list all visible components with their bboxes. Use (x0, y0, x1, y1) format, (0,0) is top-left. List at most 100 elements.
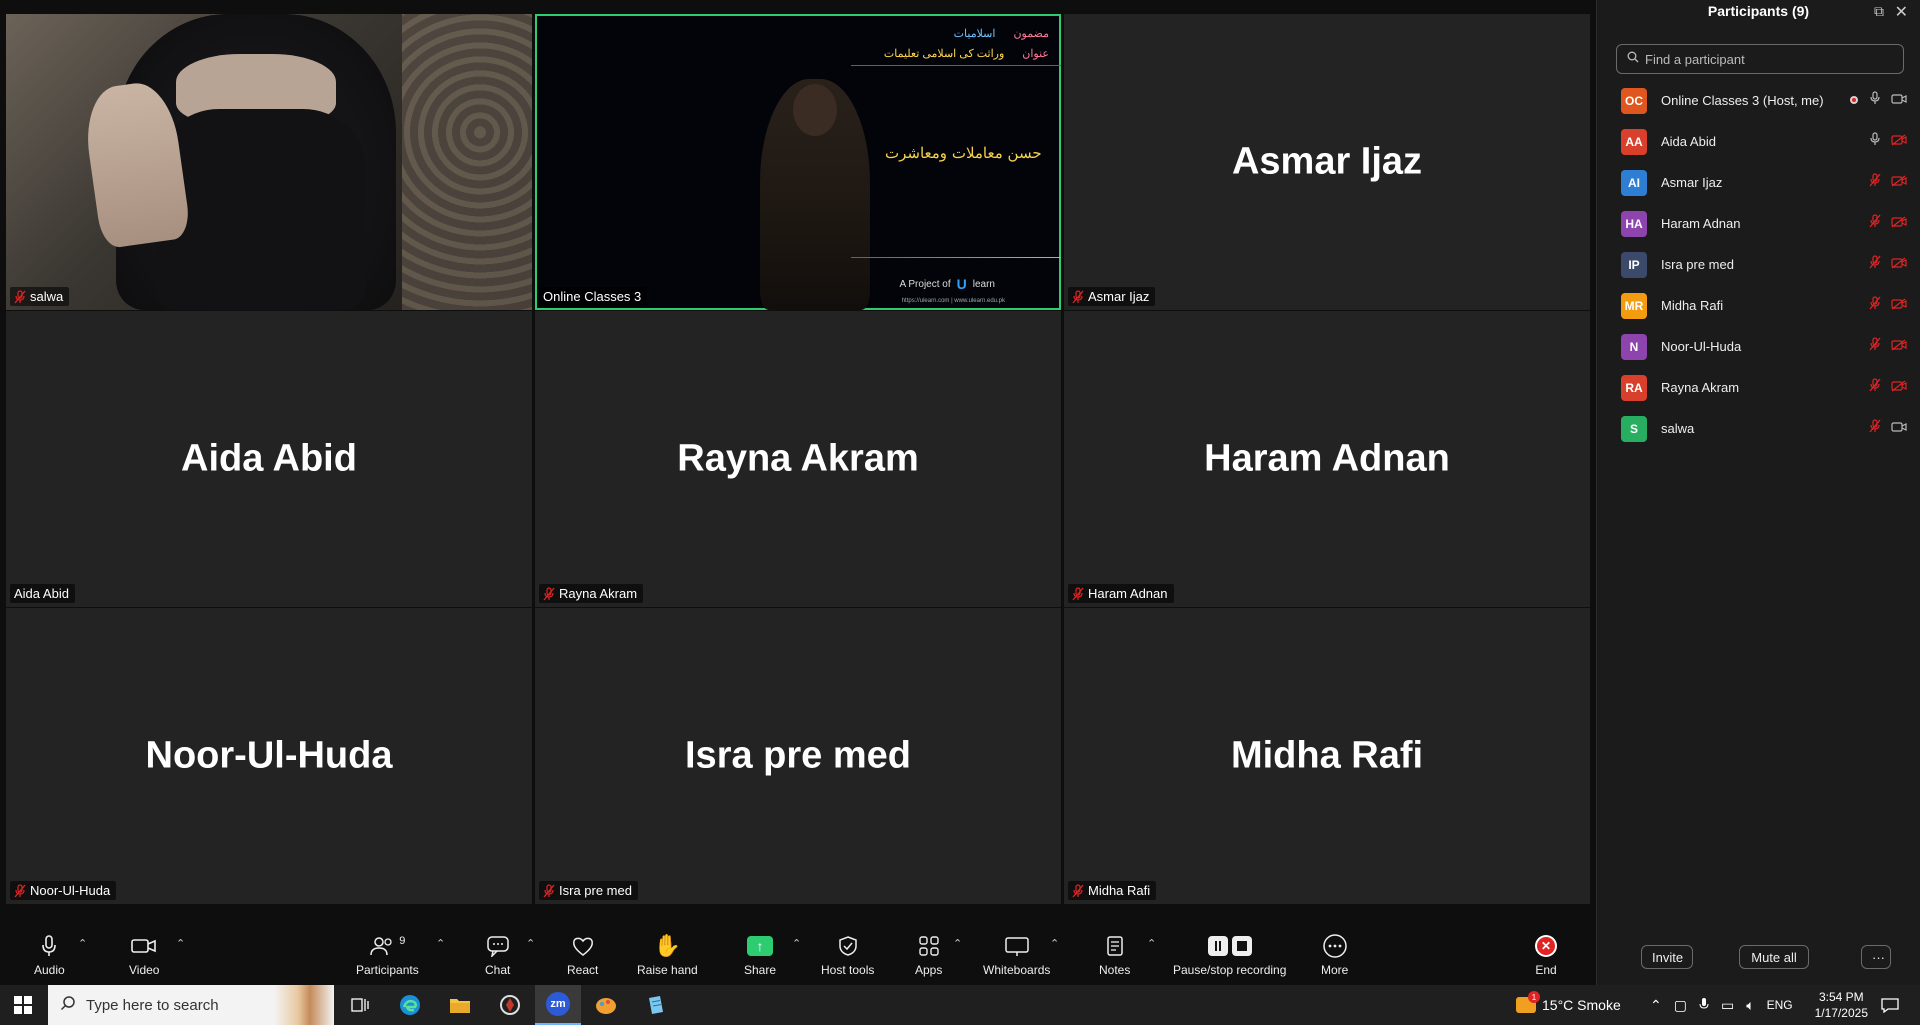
mic-icon[interactable] (1869, 132, 1881, 151)
mic-muted-icon[interactable] (1869, 337, 1881, 356)
notes-button[interactable]: Notes (1099, 933, 1130, 977)
camera-off-icon[interactable] (1891, 379, 1907, 397)
share-options-caret[interactable]: ⌃ (792, 937, 801, 950)
panel-more-button[interactable]: ··· (1861, 945, 1891, 969)
mic-muted-icon[interactable] (1869, 296, 1881, 315)
audio-options-caret[interactable]: ⌃ (78, 937, 87, 950)
participant-row[interactable]: IP Isra pre med (1597, 244, 1920, 285)
language-indicator[interactable]: ENG (1767, 998, 1793, 1012)
audio-button[interactable]: Audio (34, 933, 65, 977)
mic-muted-icon[interactable] (1869, 214, 1881, 233)
mic-muted-icon[interactable] (1869, 419, 1881, 438)
notepad-icon[interactable] (636, 985, 676, 1025)
participant-row[interactable]: AA Aida Abid (1597, 121, 1920, 162)
react-button[interactable]: React (567, 933, 598, 977)
chevron-up-icon[interactable]: ⌃ (1650, 997, 1662, 1014)
apps-options-caret[interactable]: ⌃ (953, 937, 962, 950)
recording-button[interactable]: Pause/stop recording (1173, 933, 1286, 977)
taskbar-search[interactable] (48, 985, 334, 1025)
camera-off-icon[interactable] (1891, 215, 1907, 233)
participants-button[interactable]: 9 Participants (356, 933, 419, 977)
name-tag: Isra pre med (539, 881, 638, 900)
network-icon[interactable]: ▭ (1721, 997, 1734, 1014)
zoom-app-icon[interactable]: zm (535, 985, 581, 1025)
invite-button[interactable]: Invite (1641, 945, 1693, 969)
slide-header: مضمون اسلامیات عنوان وراثت کی اسلامی تعلیم… (851, 14, 1061, 66)
task-view-icon[interactable] (340, 985, 380, 1025)
edge-icon[interactable] (390, 985, 430, 1025)
participant-row[interactable]: HA Haram Adnan (1597, 203, 1920, 244)
whiteboards-label: Whiteboards (983, 963, 1051, 977)
camera-off-icon[interactable] (1891, 174, 1907, 192)
chat-icon (486, 933, 510, 959)
participants-options-caret[interactable]: ⌃ (436, 937, 445, 950)
weather-text: 15°C Smoke (1542, 997, 1621, 1013)
video-tile-salwa[interactable]: salwa (6, 14, 532, 310)
more-button[interactable]: More (1321, 933, 1348, 977)
chat-options-caret[interactable]: ⌃ (526, 937, 535, 950)
participant-row[interactable]: AI Asmar Ijaz (1597, 162, 1920, 203)
participant-row[interactable]: N Noor-Ul-Huda (1597, 326, 1920, 367)
taskbar-search-input[interactable] (86, 996, 246, 1014)
avatar: MR (1621, 292, 1647, 319)
video-tile-aida-abid[interactable]: Aida Abid Aida Abid (6, 311, 532, 607)
video-tile-midha-rafi[interactable]: Midha Rafi Midha Rafi (1064, 608, 1590, 904)
end-icon: ✕ (1535, 933, 1557, 959)
video-button[interactable]: Video (129, 933, 159, 977)
apps-button[interactable]: Apps (915, 933, 942, 977)
participant-row[interactable]: MR Midha Rafi (1597, 285, 1920, 326)
zoom-meeting-window: salwa مضمون اسلامیات عنوان وراثت کی اسلامی… (0, 0, 1920, 1025)
camera-icon[interactable] (1891, 92, 1907, 110)
whiteboards-options-caret[interactable]: ⌃ (1050, 937, 1059, 950)
windows-start-icon[interactable] (0, 985, 46, 1025)
video-tile-rayna-akram[interactable]: Rayna Akram Rayna Akram (535, 311, 1061, 607)
host-tools-button[interactable]: Host tools (821, 933, 874, 977)
mic-muted-icon (1072, 883, 1084, 898)
participant-row[interactable]: S salwa (1597, 408, 1920, 449)
video-tile-asmar-ijaz[interactable]: Asmar Ijaz Asmar Ijaz (1064, 14, 1590, 310)
camera-off-icon[interactable] (1891, 256, 1907, 274)
meet-now-icon[interactable]: ▢ (1674, 997, 1687, 1014)
divider (851, 257, 1061, 258)
video-tile-isra-pre-med[interactable]: Isra pre med Isra pre med (535, 608, 1061, 904)
mic-muted-icon[interactable] (1869, 173, 1881, 192)
camera-off-icon[interactable] (1891, 338, 1907, 356)
camera-off-icon[interactable] (1891, 297, 1907, 315)
mic-muted-icon[interactable] (1869, 378, 1881, 397)
video-options-caret[interactable]: ⌃ (176, 937, 185, 950)
name-tag: Rayna Akram (539, 584, 644, 603)
participant-row[interactable]: OC Online Classes 3 (Host, me) (1597, 80, 1920, 121)
popout-icon[interactable]: ⧉ (1874, 3, 1884, 20)
mic-muted-icon (1072, 586, 1084, 601)
end-button[interactable]: ✕ End (1535, 933, 1557, 977)
video-tile-online-classes-3[interactable]: مضمون اسلامیات عنوان وراثت کی اسلامی تعلیم… (535, 14, 1061, 310)
file-explorer-icon[interactable] (440, 985, 480, 1025)
mic-icon[interactable] (1699, 997, 1709, 1014)
mic-muted-icon[interactable] (1869, 255, 1881, 274)
mic-icon[interactable] (1869, 91, 1881, 110)
weather-widget[interactable]: 1 15°C Smoke (1516, 985, 1621, 1025)
search-input[interactable] (1645, 51, 1895, 67)
camera-off-icon[interactable] (1891, 133, 1907, 151)
paint-icon[interactable] (586, 985, 626, 1025)
notifications-icon[interactable] (1870, 985, 1910, 1025)
avatar: IP (1621, 251, 1647, 278)
participant-list: OC Online Classes 3 (Host, me) AA Aida A… (1597, 80, 1920, 449)
notes-options-caret[interactable]: ⌃ (1147, 937, 1156, 950)
camera-icon[interactable] (1891, 420, 1907, 438)
raise-hand-button[interactable]: ✋ Raise hand (637, 933, 698, 978)
clock[interactable]: 3:54 PM 1/17/2025 (1815, 989, 1868, 1021)
participant-row[interactable]: RA Rayna Akram (1597, 367, 1920, 408)
whiteboards-button[interactable]: Whiteboards (983, 933, 1050, 977)
share-button[interactable]: ↑ Share (744, 933, 776, 977)
mic-icon (40, 933, 58, 959)
video-tile-noor-ul-huda[interactable]: Noor-Ul-Huda Noor-Ul-Huda (6, 608, 532, 904)
app-icon[interactable] (490, 985, 530, 1025)
close-icon[interactable]: ✕ (1895, 2, 1908, 22)
chat-button[interactable]: Chat (485, 933, 510, 977)
mute-all-button[interactable]: Mute all (1739, 945, 1809, 969)
speaker-icon[interactable]: 🔈︎ (1746, 997, 1754, 1014)
video-tile-haram-adnan[interactable]: Haram Adnan Haram Adnan (1064, 311, 1590, 607)
participant-search[interactable] (1616, 44, 1904, 74)
meeting-toolbar: Audio ⌃ Video ⌃ 9 Participants ⌃ Chat ⌃ … (0, 925, 1596, 985)
